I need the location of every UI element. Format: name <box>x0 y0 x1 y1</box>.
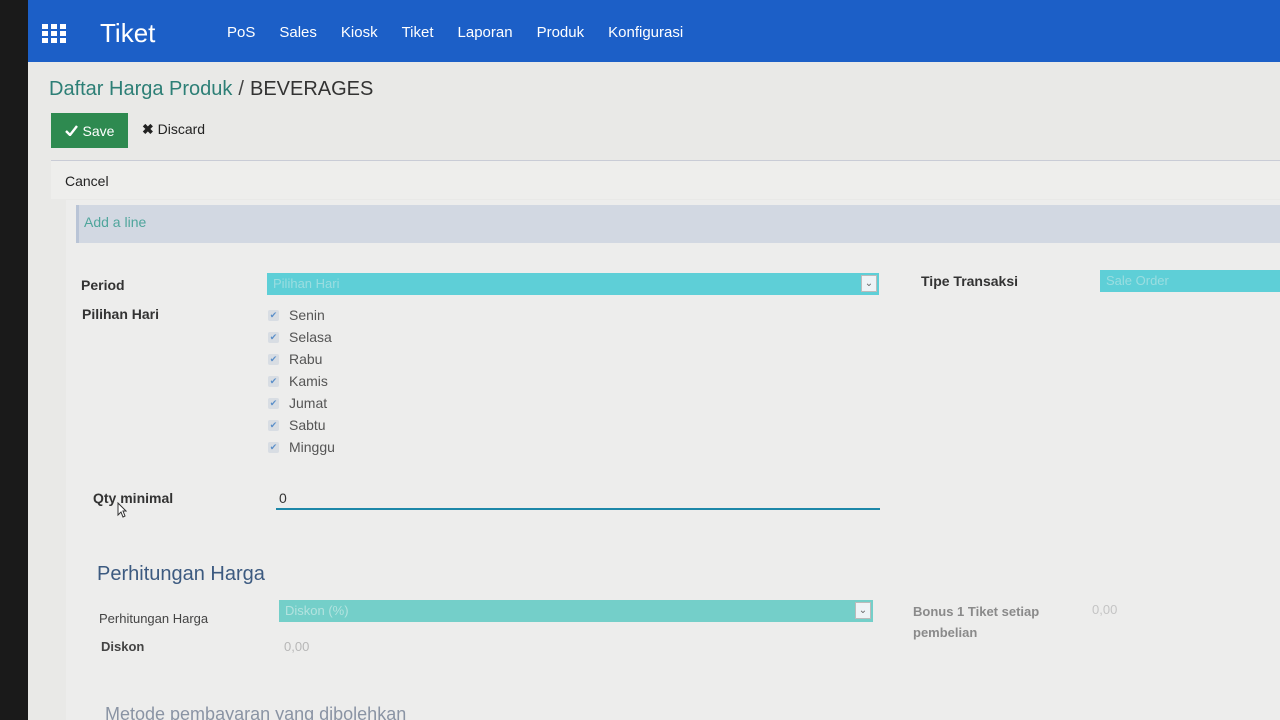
tipe-transaksi-label: Tipe Transaksi <box>921 273 1019 289</box>
mouse-pointer-icon <box>117 502 127 518</box>
discard-button-label: Discard <box>157 121 206 137</box>
day-label: Rabu <box>289 351 323 367</box>
top-navbar: Tiket PoS Sales Kiosk Tiket Laporan Prod… <box>28 0 1280 62</box>
cancel-bar <box>51 161 1280 199</box>
diskon-value[interactable]: 0,00 <box>284 639 309 654</box>
day-label: Kamis <box>289 373 328 389</box>
menu-laporan[interactable]: Laporan <box>458 24 513 41</box>
menu-kiosk[interactable]: Kiosk <box>341 24 378 41</box>
main-menu: PoS Sales Kiosk Tiket Laporan Produk Kon… <box>227 24 707 41</box>
chevron-down-icon: ⌄ <box>861 275 877 292</box>
bonus-tiket-value[interactable]: 0,00 <box>1092 602 1117 617</box>
checkbox-checked-icon: ✔ <box>268 397 279 409</box>
apps-grid-icon[interactable] <box>42 24 66 43</box>
day-checkbox-sabtu[interactable]: ✔ Sabtu <box>268 414 335 436</box>
section-title-perhitungan-harga: Perhitungan Harga <box>97 563 265 585</box>
save-button[interactable]: Save <box>51 113 128 148</box>
tipe-transaksi-select[interactable]: Sale Order <box>1100 270 1280 292</box>
day-checkbox-selasa[interactable]: ✔ Selasa <box>268 326 335 348</box>
checkbox-checked-icon: ✔ <box>268 375 279 387</box>
perhitungan-harga-value: Diskon (%) <box>285 603 349 618</box>
checkbox-checked-icon: ✔ <box>268 419 279 431</box>
close-icon: ✖ <box>142 121 154 137</box>
day-checkbox-minggu[interactable]: ✔ Minggu <box>268 436 335 458</box>
menu-produk[interactable]: Produk <box>537 24 585 41</box>
diskon-label: Diskon <box>101 639 145 654</box>
period-select-value: Pilihan Hari <box>273 276 340 291</box>
breadcrumb-current: BEVERAGES <box>249 78 374 100</box>
days-checkbox-list: ✔ Senin ✔ Selasa ✔ Rabu ✔ Kamis ✔ Jumat ✔ Sabt… <box>268 304 335 458</box>
perhitungan-harga-select[interactable]: Diskon (%) ⌄ <box>279 600 873 622</box>
day-label: Selasa <box>289 329 332 345</box>
day-checkbox-jumat[interactable]: ✔ Jumat <box>268 392 335 414</box>
add-line-link[interactable]: Add a line <box>84 214 146 230</box>
period-label: Period <box>81 277 125 293</box>
cancel-button[interactable]: Cancel <box>65 173 109 189</box>
perhitungan-harga-label: Perhitungan Harga <box>99 611 209 626</box>
day-checkbox-rabu[interactable]: ✔ Rabu <box>268 348 335 370</box>
breadcrumb-parent-link[interactable]: Daftar Harga Produk <box>49 78 232 100</box>
save-button-label: Save <box>82 122 115 139</box>
app-title: Tiket <box>100 18 156 48</box>
discard-button[interactable]: ✖ Discard <box>142 121 205 138</box>
menu-tiket[interactable]: Tiket <box>402 24 434 41</box>
day-label: Sabtu <box>289 417 326 433</box>
day-label: Senin <box>289 307 325 323</box>
menu-konfigurasi[interactable]: Konfigurasi <box>608 24 683 41</box>
lines-table-footer: Add a line <box>76 205 1280 243</box>
check-icon <box>64 125 78 136</box>
day-checkbox-senin[interactable]: ✔ Senin <box>268 304 335 326</box>
menu-sales[interactable]: Sales <box>279 24 317 41</box>
period-select[interactable]: Pilihan Hari ⌄ <box>267 273 879 295</box>
day-label: Jumat <box>289 395 328 411</box>
bonus-tiket-label: Bonus 1 Tiket setiap pembelian <box>913 604 1040 640</box>
checkbox-checked-icon: ✔ <box>268 353 279 365</box>
breadcrumb-separator: / <box>238 78 244 100</box>
qty-minimal-label: Qty minimal <box>93 490 174 506</box>
menu-pos[interactable]: PoS <box>227 24 255 41</box>
chevron-down-icon: ⌄ <box>855 602 871 619</box>
breadcrumb: Daftar Harga Produk / BEVERAGES <box>49 78 373 101</box>
screen: Tiket PoS Sales Kiosk Tiket Laporan Prod… <box>28 0 1280 720</box>
checkbox-checked-icon: ✔ <box>268 441 279 453</box>
pilihan-hari-label: Pilihan Hari <box>82 306 160 322</box>
day-checkbox-kamis[interactable]: ✔ Kamis <box>268 370 335 392</box>
day-label: Minggu <box>289 439 335 455</box>
checkbox-checked-icon: ✔ <box>268 331 279 343</box>
tipe-transaksi-value: Sale Order <box>1106 273 1169 288</box>
checkbox-checked-icon: ✔ <box>268 309 279 321</box>
section-title-metode-pembayaran: Metode pembayaran yang dibolehkan <box>105 704 407 720</box>
qty-minimal-input[interactable] <box>276 488 880 510</box>
